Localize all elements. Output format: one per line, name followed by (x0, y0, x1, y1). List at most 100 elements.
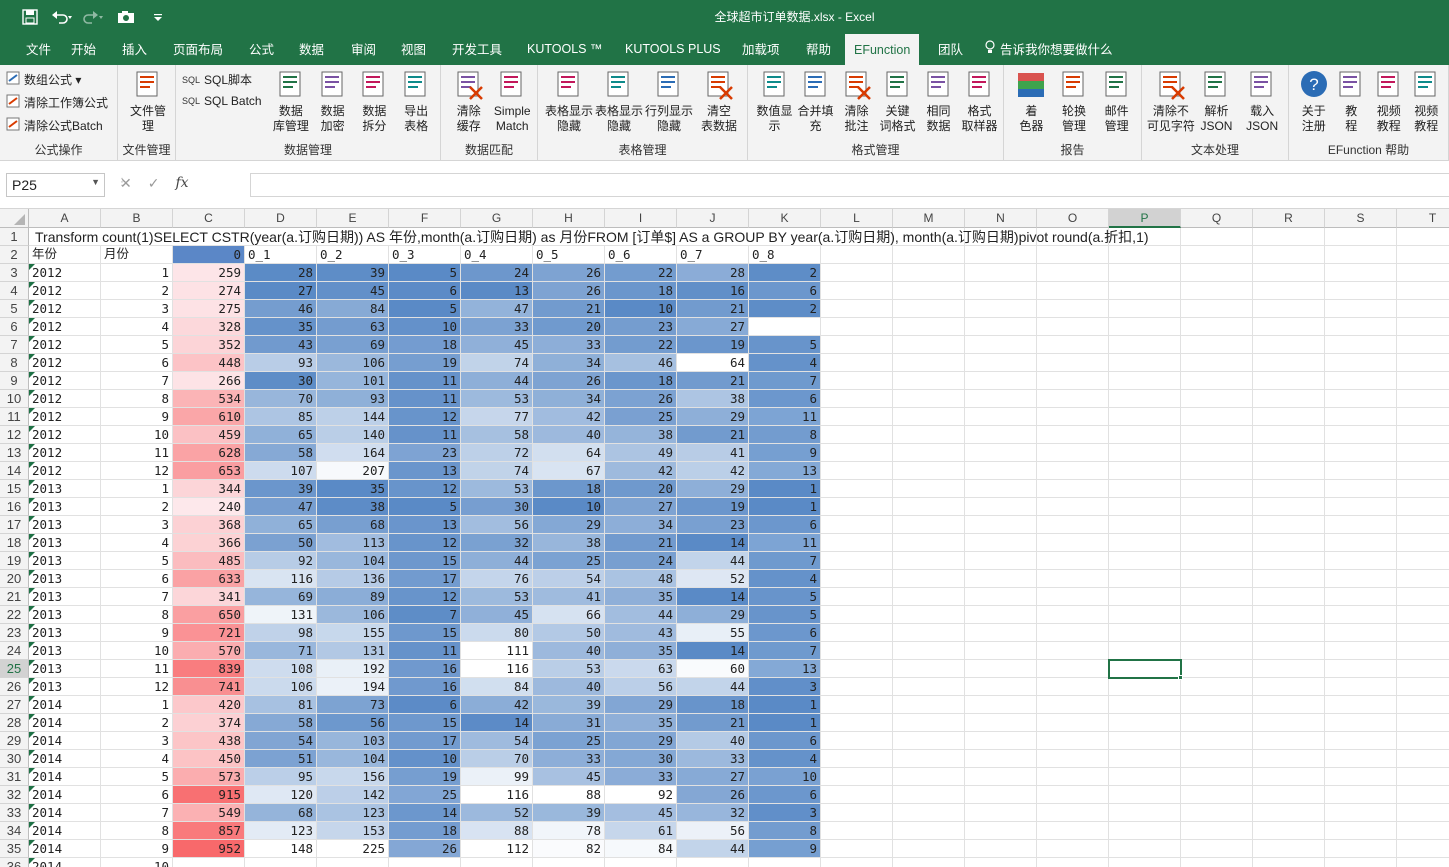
cell-C4[interactable]: 274 (173, 282, 245, 300)
cell-F2[interactable]: 0_3 (389, 246, 461, 264)
cell-N10[interactable] (965, 390, 1037, 408)
cell-M14[interactable] (893, 462, 965, 480)
cell-B30[interactable]: 4 (101, 750, 173, 768)
cell-C20[interactable]: 633 (173, 570, 245, 588)
column-header-Q[interactable]: Q (1181, 209, 1253, 228)
cell-G32[interactable]: 116 (461, 786, 533, 804)
cell-P26[interactable] (1109, 678, 1181, 696)
cell-O12[interactable] (1037, 426, 1109, 444)
cell-Q20[interactable] (1181, 570, 1253, 588)
cell-R30[interactable] (1253, 750, 1325, 768)
cell-D24[interactable]: 71 (245, 642, 317, 660)
cell-N9[interactable] (965, 372, 1037, 390)
cell-E25[interactable]: 192 (317, 660, 389, 678)
cell-B20[interactable]: 6 (101, 570, 173, 588)
cell-E20[interactable]: 136 (317, 570, 389, 588)
cell-M36[interactable] (893, 858, 965, 867)
cell-L11[interactable] (821, 408, 893, 426)
cell-Q21[interactable] (1181, 588, 1253, 606)
column-header-B[interactable]: B (101, 209, 173, 228)
cell-R26[interactable] (1253, 678, 1325, 696)
row-header-26[interactable]: 26 (0, 678, 29, 696)
row-header-18[interactable]: 18 (0, 534, 29, 552)
cell-R32[interactable] (1253, 786, 1325, 804)
cell-P13[interactable] (1109, 444, 1181, 462)
cell-S26[interactable] (1325, 678, 1397, 696)
cell-P5[interactable] (1109, 300, 1181, 318)
cell-A15[interactable]: 2013 (29, 480, 101, 498)
cell-F20[interactable]: 17 (389, 570, 461, 588)
cell-M9[interactable] (893, 372, 965, 390)
cell-P34[interactable] (1109, 822, 1181, 840)
cell-K4[interactable]: 6 (749, 282, 821, 300)
cell-N13[interactable] (965, 444, 1037, 462)
cell-R17[interactable] (1253, 516, 1325, 534)
cell-S1[interactable] (1325, 228, 1397, 246)
cell-O20[interactable] (1037, 570, 1109, 588)
cell-N31[interactable] (965, 768, 1037, 786)
cell-P17[interactable] (1109, 516, 1181, 534)
cell-L10[interactable] (821, 390, 893, 408)
cell-M31[interactable] (893, 768, 965, 786)
cell-N21[interactable] (965, 588, 1037, 606)
cell-C27[interactable]: 420 (173, 696, 245, 714)
cell-A18[interactable]: 2013 (29, 534, 101, 552)
tab-6[interactable]: 审阅 (342, 32, 385, 65)
cell-I29[interactable]: 29 (605, 732, 677, 750)
cell-E27[interactable]: 73 (317, 696, 389, 714)
cell-C19[interactable]: 485 (173, 552, 245, 570)
row-header-7[interactable]: 7 (0, 336, 29, 354)
cell-F8[interactable]: 19 (389, 354, 461, 372)
cell-D31[interactable]: 95 (245, 768, 317, 786)
cell-K33[interactable]: 3 (749, 804, 821, 822)
cell-L25[interactable] (821, 660, 893, 678)
cell-M4[interactable] (893, 282, 965, 300)
cell-M2[interactable] (893, 246, 965, 264)
cell-S33[interactable] (1325, 804, 1397, 822)
cell-E10[interactable]: 93 (317, 390, 389, 408)
cell-A33[interactable]: 2014 (29, 804, 101, 822)
cell-D26[interactable]: 106 (245, 678, 317, 696)
cell-O30[interactable] (1037, 750, 1109, 768)
cell-B25[interactable]: 11 (101, 660, 173, 678)
cell-I10[interactable]: 26 (605, 390, 677, 408)
cell-D18[interactable]: 50 (245, 534, 317, 552)
cell-F15[interactable]: 12 (389, 480, 461, 498)
cell-F17[interactable]: 13 (389, 516, 461, 534)
ribbon-button-6-1[interactable]: 轮换 管理 (1053, 69, 1096, 134)
row-header-12[interactable]: 12 (0, 426, 29, 444)
cell-A14[interactable]: 2012 (29, 462, 101, 480)
cell-S6[interactable] (1325, 318, 1397, 336)
cell-A17[interactable]: 2013 (29, 516, 101, 534)
cell-M35[interactable] (893, 840, 965, 858)
cell-J2[interactable]: 0_7 (677, 246, 749, 264)
cell-M12[interactable] (893, 426, 965, 444)
cell-H24[interactable]: 40 (533, 642, 605, 660)
cell-F33[interactable]: 14 (389, 804, 461, 822)
cell-C29[interactable]: 438 (173, 732, 245, 750)
cell-R28[interactable] (1253, 714, 1325, 732)
cell-P8[interactable] (1109, 354, 1181, 372)
column-header-F[interactable]: F (389, 209, 461, 228)
cell-E36[interactable] (317, 858, 389, 867)
column-header-C[interactable]: C (173, 209, 245, 228)
cell-S25[interactable] (1325, 660, 1397, 678)
cell-I2[interactable]: 0_6 (605, 246, 677, 264)
cell-B28[interactable]: 2 (101, 714, 173, 732)
cell-K14[interactable]: 13 (749, 462, 821, 480)
cell-N11[interactable] (965, 408, 1037, 426)
cell-D22[interactable]: 131 (245, 606, 317, 624)
cell-B34[interactable]: 8 (101, 822, 173, 840)
cell-T29[interactable] (1397, 732, 1449, 750)
cell-M11[interactable] (893, 408, 965, 426)
cell-L2[interactable] (821, 246, 893, 264)
cell-H16[interactable]: 10 (533, 498, 605, 516)
cell-J9[interactable]: 21 (677, 372, 749, 390)
cell-S20[interactable] (1325, 570, 1397, 588)
cell-S22[interactable] (1325, 606, 1397, 624)
cell-T23[interactable] (1397, 624, 1449, 642)
cell-K35[interactable]: 9 (749, 840, 821, 858)
cell-D5[interactable]: 46 (245, 300, 317, 318)
cell-A16[interactable]: 2013 (29, 498, 101, 516)
cell-A32[interactable]: 2014 (29, 786, 101, 804)
